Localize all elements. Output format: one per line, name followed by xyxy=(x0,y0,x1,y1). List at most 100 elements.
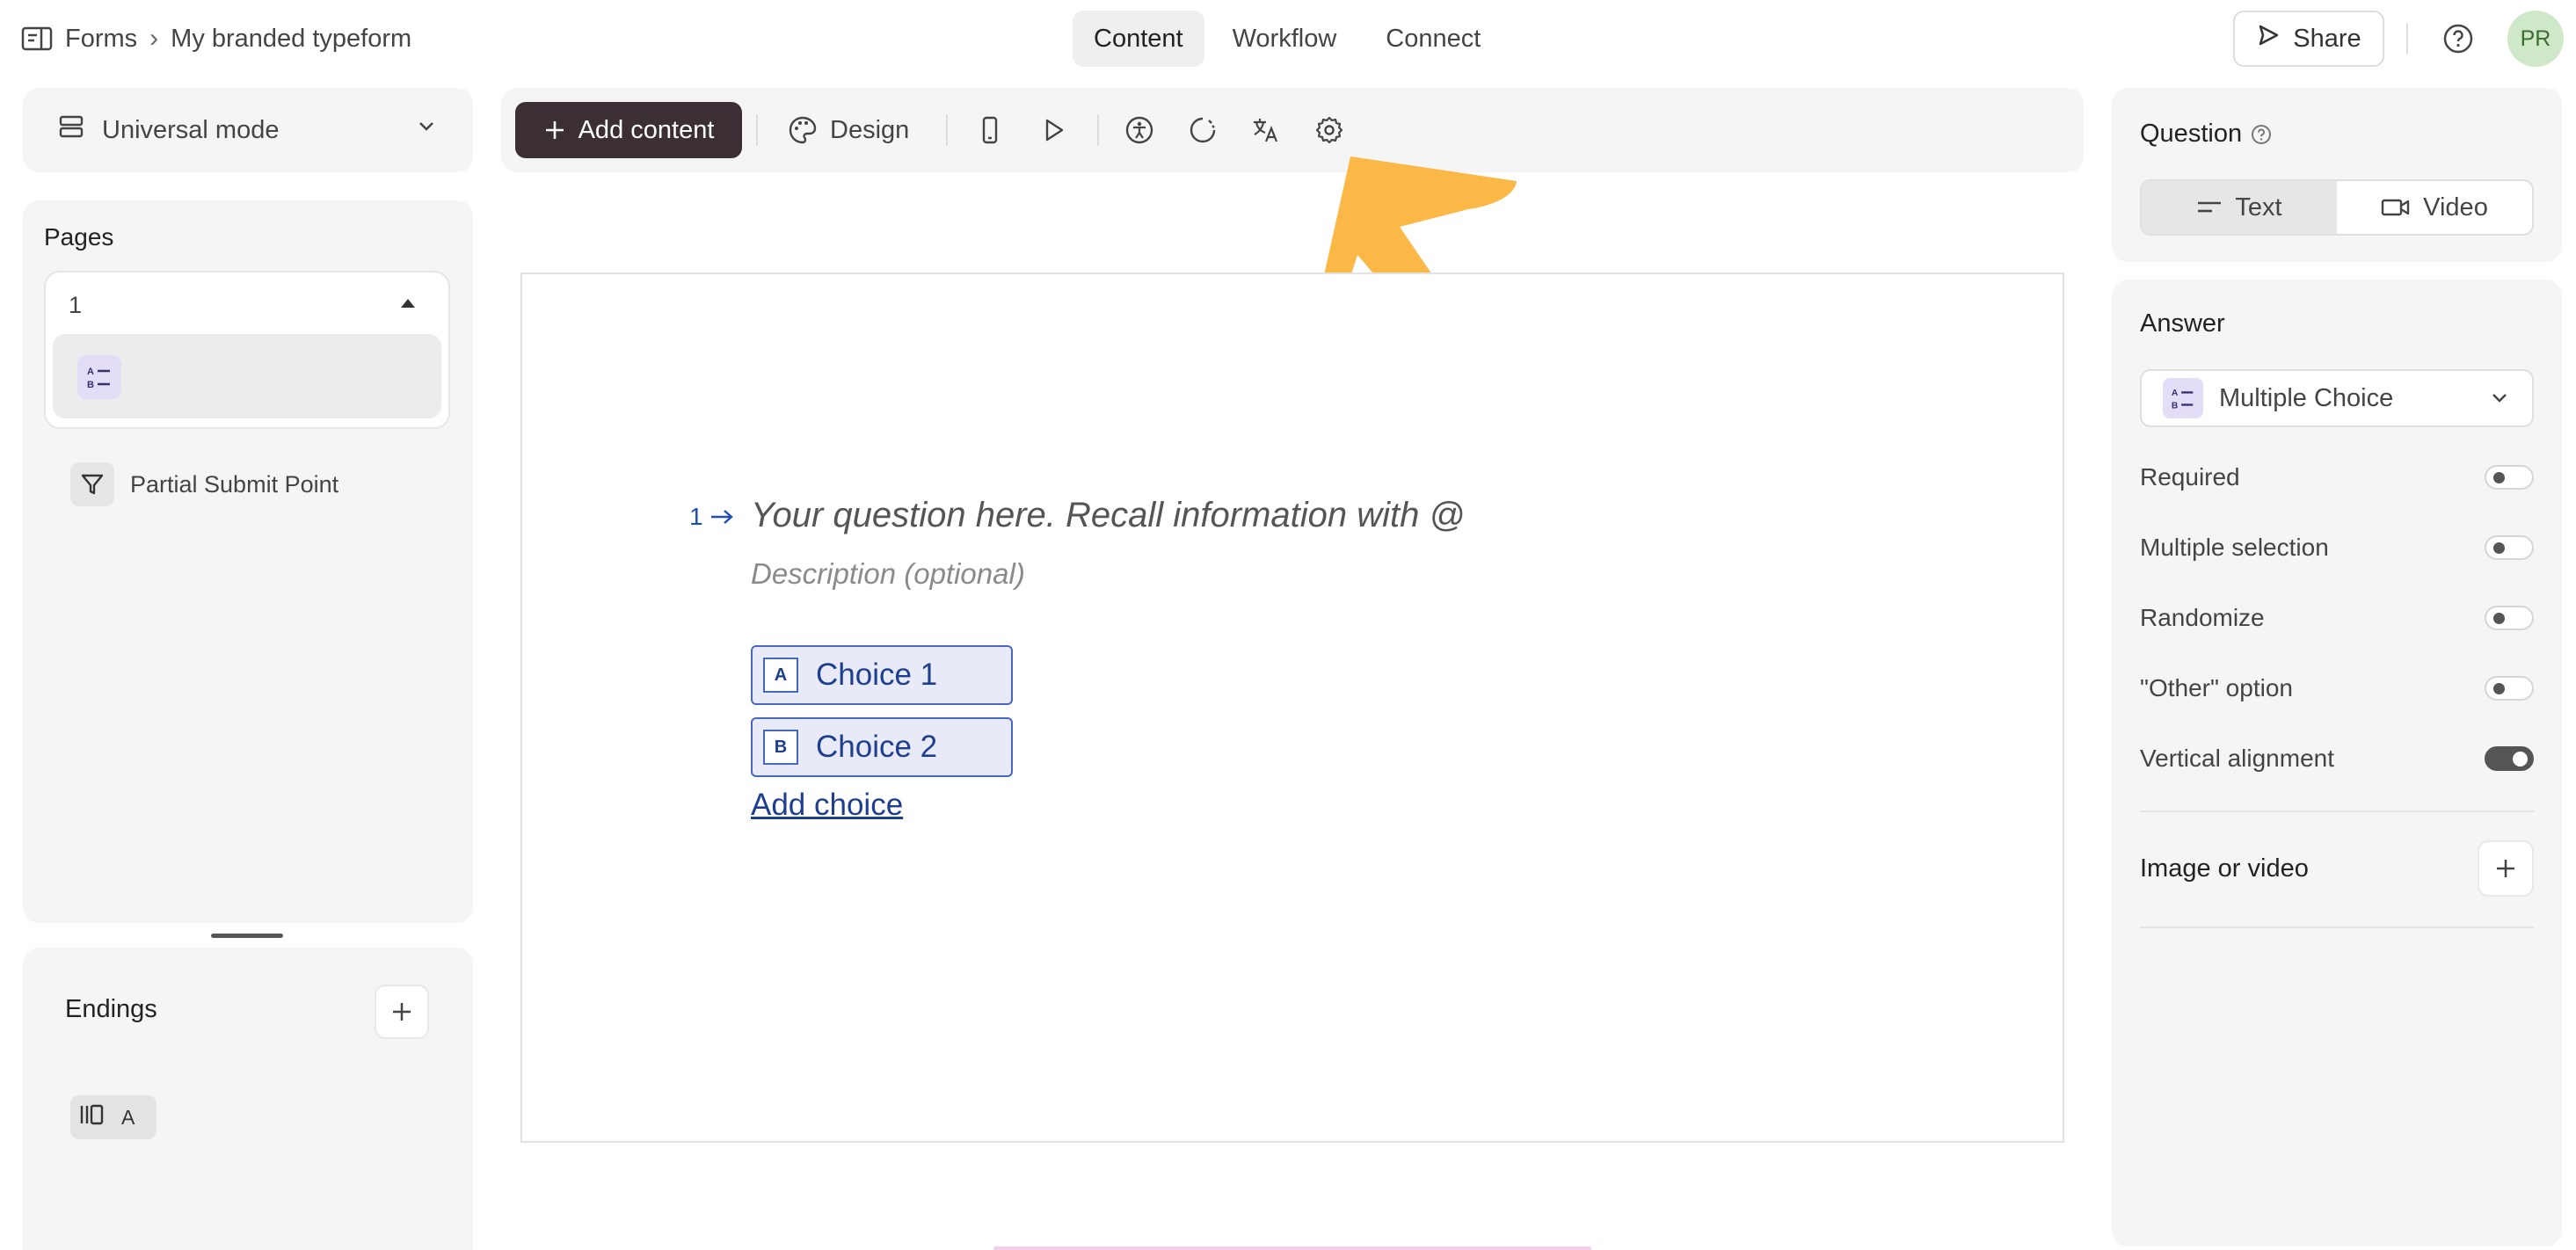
answer-settings-title: Answer xyxy=(2140,309,2225,338)
share-label: Share xyxy=(2293,24,2361,53)
tab-content[interactable]: Content xyxy=(1073,11,1204,67)
arrow-right-icon xyxy=(710,510,733,524)
svg-text:B: B xyxy=(2172,401,2178,411)
choice-key: B xyxy=(763,730,798,765)
breadcrumb: Forms › My branded typeform xyxy=(21,19,411,58)
add-ending-button[interactable] xyxy=(375,985,429,1039)
design-button[interactable]: Design xyxy=(788,102,909,158)
question-description-input[interactable]: Description (optional) xyxy=(751,557,1025,591)
palette-icon xyxy=(789,116,817,144)
option-label: Required xyxy=(2140,463,2240,491)
other-option: "Other" option xyxy=(2140,666,2534,710)
help-circle-icon[interactable] xyxy=(2251,124,2272,145)
plus-icon xyxy=(393,1003,411,1021)
translate-icon[interactable] xyxy=(1248,113,1284,148)
ending-screen-icon xyxy=(79,1103,106,1131)
tab-workflow[interactable]: Workflow xyxy=(1212,11,1358,67)
pages-title: Pages xyxy=(44,223,114,251)
mode-selector[interactable]: Universal mode xyxy=(23,88,473,172)
avatar[interactable]: PR xyxy=(2507,11,2564,67)
required-toggle[interactable] xyxy=(2485,465,2534,490)
editor-toolbar: Add content Design xyxy=(501,88,2084,172)
page-item-question[interactable]: AB xyxy=(53,334,441,418)
caret-up-icon[interactable] xyxy=(401,299,415,308)
page-group[interactable]: 1 AB xyxy=(44,271,450,429)
filter-funnel-icon xyxy=(70,462,114,506)
add-content-label: Add content xyxy=(578,115,715,144)
partial-submit-label: Partial Submit Point xyxy=(130,470,339,498)
design-label: Design xyxy=(830,115,910,144)
forms-icon[interactable] xyxy=(21,25,53,52)
chevron-down-icon xyxy=(2492,394,2507,403)
tab-connect[interactable]: Connect xyxy=(1364,11,1502,67)
question-type-text-label: Text xyxy=(2235,193,2282,222)
answer-settings-panel: Answer AB Multiple Choice Required Multi… xyxy=(2112,280,2562,1246)
form-canvas[interactable] xyxy=(520,273,2064,1143)
toolbar-divider xyxy=(756,114,758,146)
multiple-selection-toggle[interactable] xyxy=(2485,535,2534,560)
help-circle-icon[interactable] xyxy=(2439,19,2478,58)
choice-label[interactable]: Choice 2 xyxy=(816,730,937,765)
question-settings-panel: Question Text Video xyxy=(2112,88,2562,262)
answer-type-select[interactable]: AB Multiple Choice xyxy=(2140,369,2534,427)
question-type-video[interactable]: Video xyxy=(2337,181,2532,234)
mode-label: Universal mode xyxy=(102,115,280,144)
add-content-button[interactable]: Add content xyxy=(515,102,742,158)
play-icon[interactable] xyxy=(1036,113,1071,148)
layout-rows-icon xyxy=(58,113,84,147)
add-media-button[interactable] xyxy=(2478,840,2534,897)
accessibility-icon[interactable] xyxy=(1122,113,1157,148)
answer-type-label: Multiple Choice xyxy=(2219,383,2394,412)
question-type-toggle: Text Video xyxy=(2140,179,2534,236)
video-camera-icon xyxy=(2381,199,2410,216)
breadcrumb-separator: › xyxy=(149,24,159,53)
option-label: Randomize xyxy=(2140,604,2265,631)
question-number: 1 xyxy=(689,503,735,531)
choice-label[interactable]: Choice 1 xyxy=(816,658,937,693)
choice-option[interactable]: B Choice 2 xyxy=(751,717,1013,777)
partial-submit-point[interactable]: Partial Submit Point xyxy=(70,462,338,506)
vertical-alignment-toggle[interactable] xyxy=(2485,746,2534,771)
multiple-choice-icon: AB xyxy=(77,355,121,399)
share-button[interactable]: Share xyxy=(2233,11,2384,67)
plus-icon xyxy=(545,121,564,139)
option-label: Multiple selection xyxy=(2140,534,2329,561)
header-divider xyxy=(2406,23,2408,55)
choice-option[interactable]: A Choice 1 xyxy=(751,645,1013,705)
multiple-selection-option: Multiple selection xyxy=(2140,526,2534,570)
plus-icon xyxy=(2497,860,2514,877)
toolbar-divider xyxy=(1097,114,1099,146)
question-text-input[interactable]: Your question here. Recall information w… xyxy=(751,496,1465,535)
page-number: 1 xyxy=(69,292,83,318)
option-label: "Other" option xyxy=(2140,674,2293,701)
top-bar: Forms › My branded typeform Content Work… xyxy=(0,0,2576,77)
svg-text:A: A xyxy=(87,367,94,377)
vertical-alignment-option: Vertical alignment xyxy=(2140,737,2534,781)
toolbar-divider xyxy=(946,114,948,146)
mobile-preview-icon[interactable] xyxy=(972,113,1008,148)
breadcrumb-forms-link[interactable]: Forms xyxy=(65,25,137,54)
send-icon xyxy=(2256,23,2281,55)
form-title[interactable]: My branded typeform xyxy=(171,25,411,54)
ending-item[interactable]: A xyxy=(70,1095,156,1139)
add-choice-link[interactable]: Add choice xyxy=(751,788,903,823)
settings-divider xyxy=(2140,810,2534,812)
image-or-video-label: Image or video xyxy=(2140,854,2309,883)
randomize-toggle[interactable] xyxy=(2485,606,2534,630)
nav-tabs: Content Workflow Connect xyxy=(1073,11,1502,67)
loading-icon[interactable] xyxy=(1185,113,1220,148)
ending-label: A xyxy=(121,1105,135,1129)
randomize-option: Randomize xyxy=(2140,596,2534,640)
settings-divider xyxy=(2140,927,2534,928)
endings-panel: Endings A xyxy=(23,948,473,1250)
panel-resize-handle[interactable] xyxy=(211,934,283,938)
question-type-text[interactable]: Text xyxy=(2142,181,2337,234)
svg-text:B: B xyxy=(87,380,94,390)
chevron-down-icon xyxy=(415,115,438,145)
question-settings-title: Question xyxy=(2140,120,2272,149)
question-number-value: 1 xyxy=(689,503,703,530)
settings-icon[interactable] xyxy=(1312,113,1347,148)
other-option-toggle[interactable] xyxy=(2485,676,2534,701)
text-lines-icon xyxy=(2198,201,2222,213)
option-label: Vertical alignment xyxy=(2140,745,2335,772)
